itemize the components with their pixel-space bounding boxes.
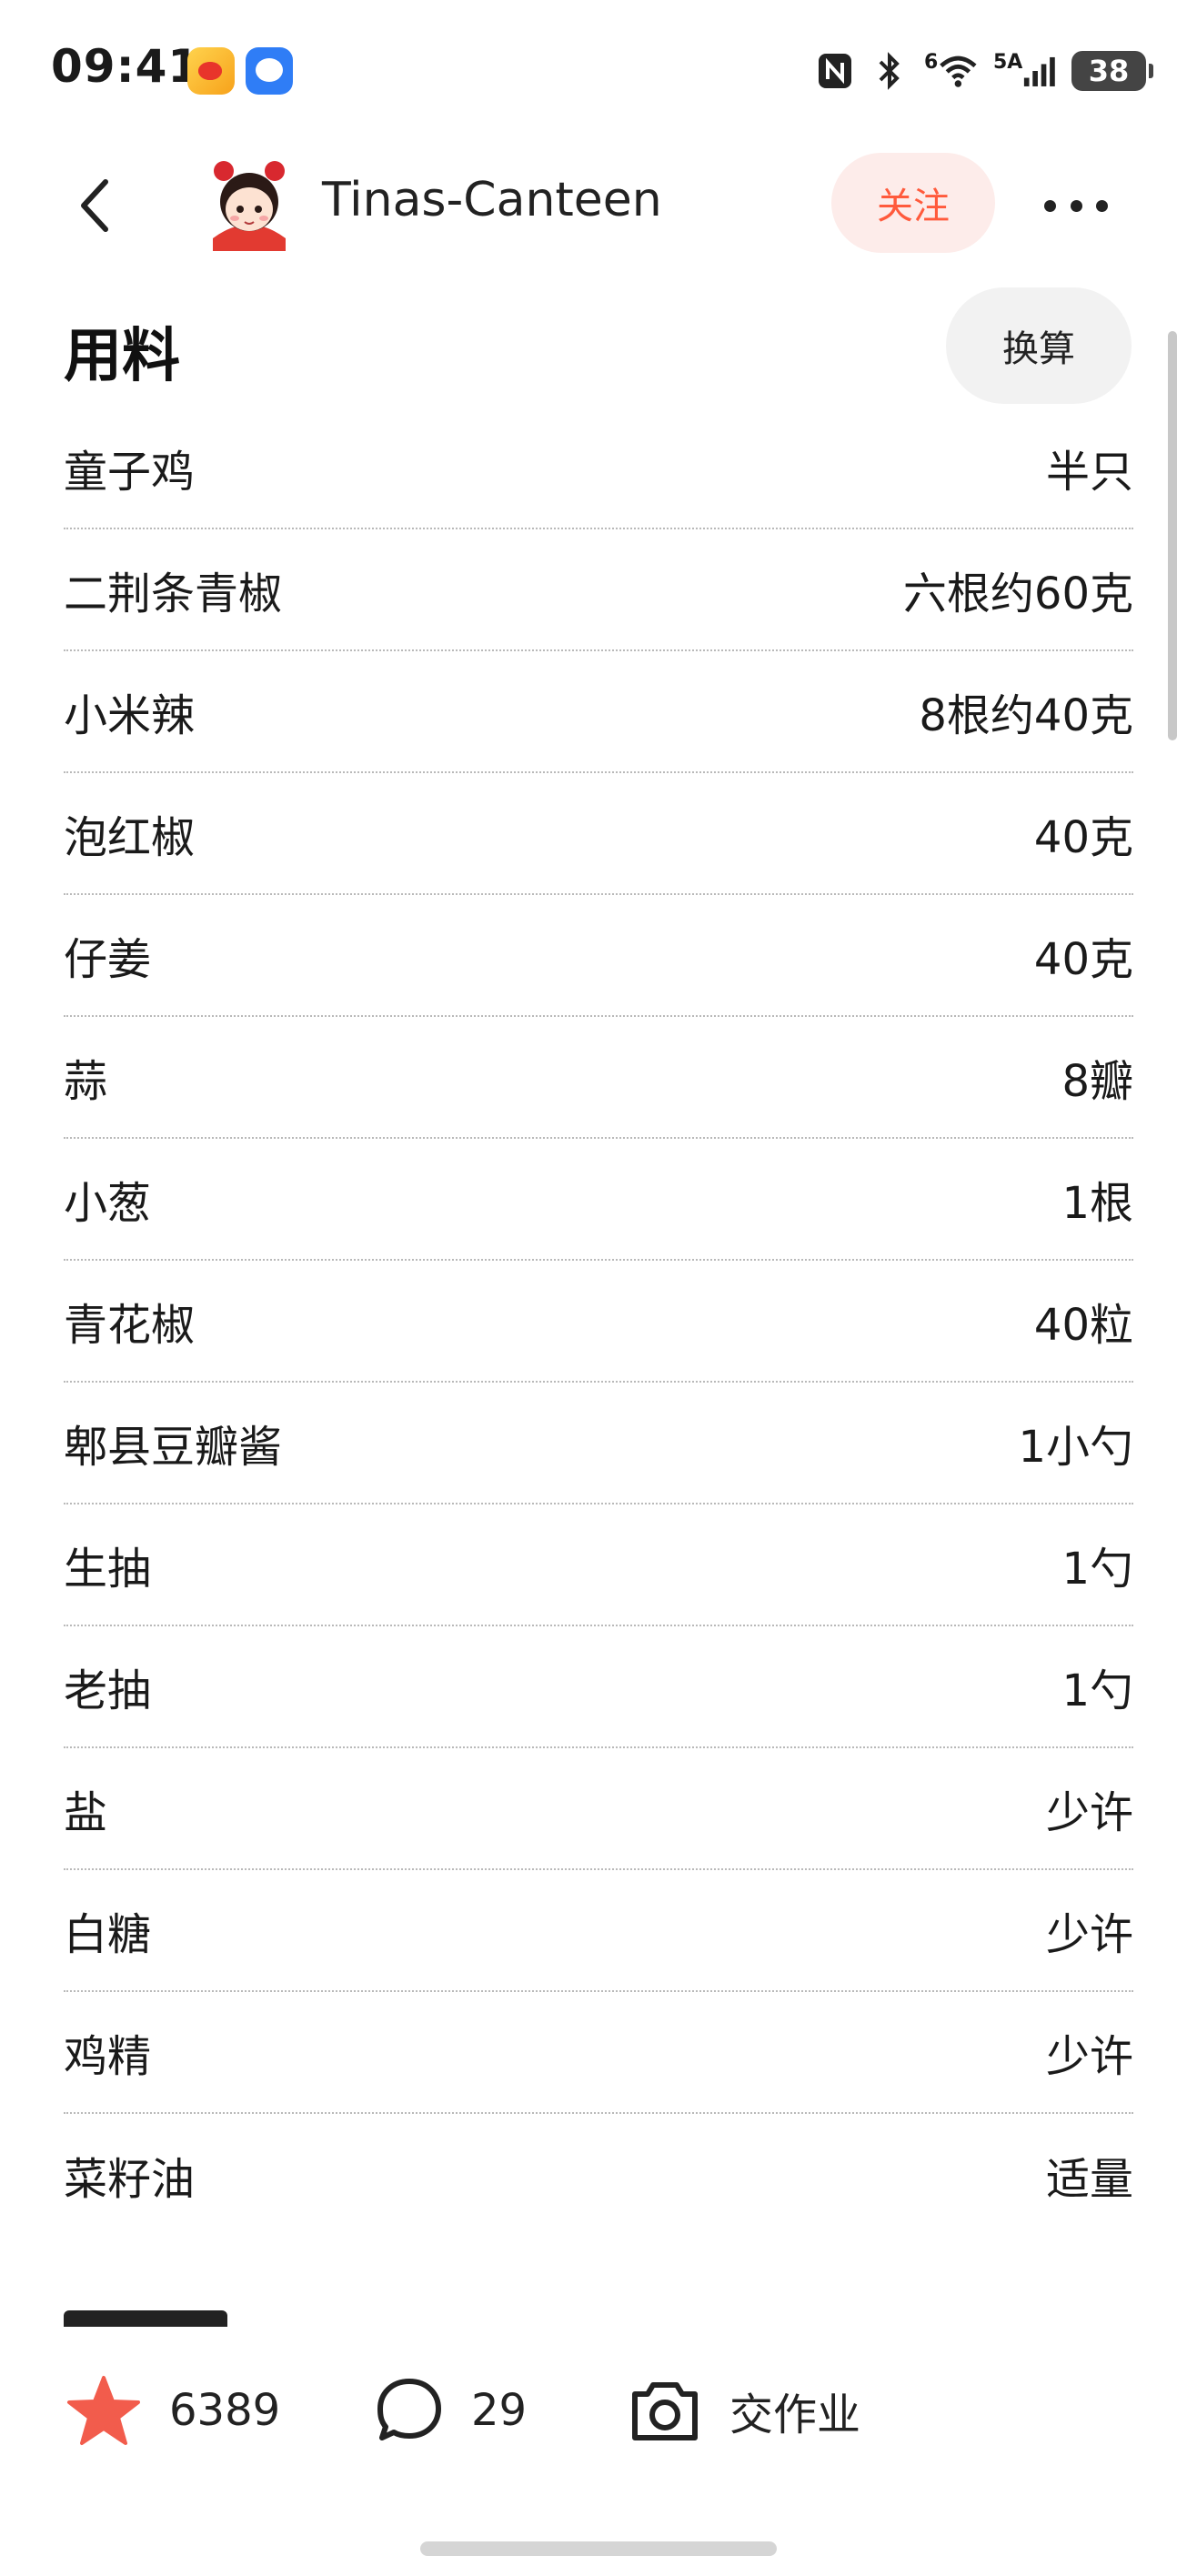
ingredient-row: 鸡精 少许 bbox=[64, 1992, 1133, 2114]
scrollbar[interactable] bbox=[1168, 331, 1177, 740]
ingredient-name: 白糖 bbox=[64, 1909, 152, 1960]
signal-icon: 5A bbox=[993, 51, 1057, 91]
comment-count: 29 bbox=[471, 2385, 528, 2436]
bluetooth-icon bbox=[870, 51, 910, 91]
ingredient-row: 二荆条青椒 六根约60克 bbox=[64, 529, 1133, 651]
ingredient-name: 郫县豆瓣酱 bbox=[64, 1422, 283, 1473]
ingredient-row: 泡红椒 40克 bbox=[64, 773, 1133, 895]
ingredient-row: 童子鸡 半只 bbox=[64, 408, 1133, 529]
weibo-app-icon bbox=[187, 47, 235, 95]
convert-button[interactable]: 换算 bbox=[946, 287, 1132, 404]
wifi-icon: 6 bbox=[924, 51, 979, 91]
ingredient-row: 蒜 8瓣 bbox=[64, 1017, 1133, 1139]
ingredient-amount: 8根约40克 bbox=[919, 690, 1133, 741]
ingredient-row: 郫县豆瓣酱 1小勺 bbox=[64, 1383, 1133, 1504]
ingredient-row: 小米辣 8根约40克 bbox=[64, 651, 1133, 773]
ingredient-name: 青花椒 bbox=[64, 1300, 196, 1351]
submit-homework-label: 交作业 bbox=[729, 2390, 861, 2440]
ingredient-amount: 1根 bbox=[1061, 1178, 1133, 1229]
star-icon bbox=[67, 2376, 140, 2445]
ingredient-amount: 六根约60克 bbox=[902, 569, 1133, 619]
author-name[interactable]: Tinas-Canteen bbox=[322, 173, 662, 227]
ingredient-row: 仔姜 40克 bbox=[64, 895, 1133, 1017]
ingredient-name: 蒜 bbox=[64, 1056, 108, 1107]
ingredient-name: 盐 bbox=[64, 1787, 108, 1838]
chevron-left-icon bbox=[81, 179, 108, 232]
ingredient-row: 青花椒 40粒 bbox=[64, 1261, 1133, 1383]
ingredient-amount: 8瓣 bbox=[1061, 1056, 1133, 1107]
ingredient-amount: 少许 bbox=[1045, 1909, 1133, 1960]
home-indicator[interactable] bbox=[420, 2541, 777, 2556]
messages-app-icon bbox=[246, 47, 293, 95]
wifi-label: 6 bbox=[924, 50, 939, 74]
nfc-icon bbox=[815, 51, 855, 91]
ingredient-row: 小葱 1根 bbox=[64, 1139, 1133, 1261]
comment-bubble-icon bbox=[377, 2379, 441, 2440]
ingredient-name: 老抽 bbox=[64, 1665, 152, 1716]
status-time: 09:41 bbox=[51, 40, 201, 93]
comment-button[interactable]: 29 bbox=[375, 2365, 527, 2456]
ingredient-row: 盐 少许 bbox=[64, 1748, 1133, 1870]
status-bar: 09:41 6 5A 38 bbox=[0, 0, 1197, 136]
ingredient-row: 白糖 少许 bbox=[64, 1870, 1133, 1992]
network-label: 5A bbox=[993, 50, 1023, 74]
ingredients-title: 用料 bbox=[64, 323, 180, 390]
ingredient-amount: 少许 bbox=[1045, 2031, 1133, 2082]
ingredient-name: 仔姜 bbox=[64, 934, 152, 985]
more-options-button[interactable] bbox=[1044, 178, 1108, 233]
ingredient-amount: 1勺 bbox=[1061, 1544, 1133, 1595]
ingredient-name: 鸡精 bbox=[64, 2031, 152, 2082]
ingredient-name: 生抽 bbox=[64, 1544, 152, 1595]
ingredient-name: 二荆条青椒 bbox=[64, 569, 283, 619]
camera-icon bbox=[632, 2382, 698, 2440]
avatar[interactable] bbox=[204, 156, 295, 251]
top-nav: Tinas-Canteen 关注 bbox=[0, 136, 1197, 273]
more-dot-icon bbox=[1096, 199, 1108, 212]
bottom-action-bar: 6389 29 交作业 bbox=[0, 2329, 1197, 2492]
ingredient-name: 泡红椒 bbox=[64, 812, 196, 863]
ingredient-row: 老抽 1勺 bbox=[64, 1626, 1133, 1748]
ingredient-amount: 半只 bbox=[1045, 447, 1133, 498]
ingredient-row: 生抽 1勺 bbox=[64, 1504, 1133, 1626]
more-dot-icon bbox=[1070, 199, 1082, 212]
ingredient-amount: 适量 bbox=[1045, 2154, 1133, 2205]
ingredient-name: 小米辣 bbox=[64, 690, 196, 741]
follow-button[interactable]: 关注 bbox=[831, 153, 995, 253]
ingredient-amount: 1小勺 bbox=[1018, 1422, 1133, 1473]
ingredient-row: 菜籽油 适量 bbox=[64, 2114, 1133, 2236]
back-button[interactable] bbox=[65, 169, 138, 242]
more-dot-icon bbox=[1044, 199, 1056, 212]
ingredient-name: 小葱 bbox=[64, 1178, 152, 1229]
battery-indicator: 38 bbox=[1071, 51, 1153, 91]
next-section-title-clipped bbox=[64, 2310, 246, 2327]
ingredient-amount: 40克 bbox=[1033, 812, 1133, 863]
ingredient-name: 菜籽油 bbox=[64, 2154, 196, 2205]
ingredient-amount: 少许 bbox=[1045, 1787, 1133, 1838]
ingredient-amount: 1勺 bbox=[1061, 1665, 1133, 1716]
favorite-button[interactable]: 6389 bbox=[65, 2365, 280, 2456]
ingredient-amount: 40粒 bbox=[1033, 1300, 1133, 1351]
status-icons: 6 5A 38 bbox=[815, 45, 1153, 96]
favorite-count: 6389 bbox=[169, 2385, 281, 2436]
ingredient-name: 童子鸡 bbox=[64, 447, 196, 498]
ingredient-amount: 40克 bbox=[1033, 934, 1133, 985]
submit-homework-button[interactable]: 交作业 bbox=[628, 2365, 860, 2456]
ingredients-list: 童子鸡 半只 二荆条青椒 六根约60克 小米辣 8根约40克 泡红椒 40克 仔姜 40克… bbox=[64, 408, 1133, 2236]
